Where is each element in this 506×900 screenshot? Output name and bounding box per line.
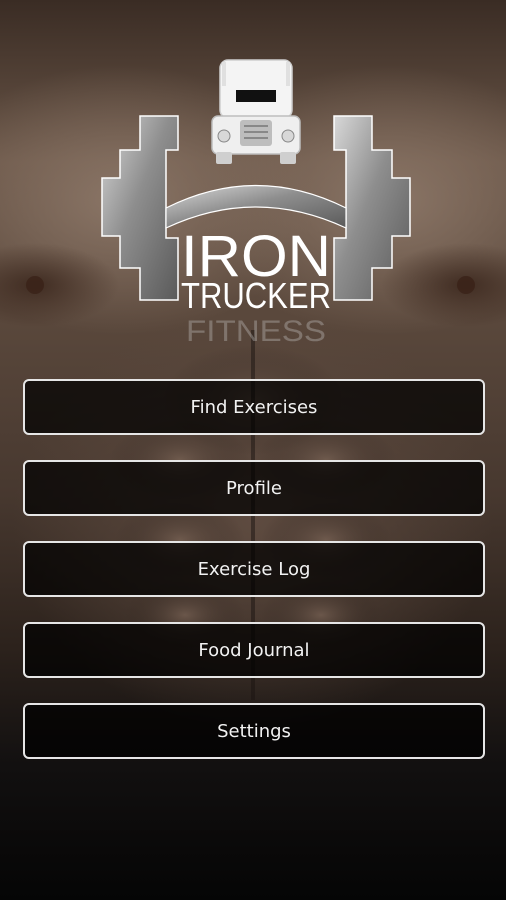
settings-label: Settings: [217, 720, 291, 742]
find-exercises-button[interactable]: Find Exercises: [23, 379, 485, 435]
logo-text-fitness: FITNESS: [186, 315, 326, 348]
iron-trucker-fitness-logo: IRON TRUCKER FITNESS: [101, 59, 411, 348]
food-journal-label: Food Journal: [198, 639, 310, 661]
food-journal-button[interactable]: Food Journal: [23, 622, 485, 678]
settings-button[interactable]: Settings: [23, 703, 485, 759]
exercise-log-label: Exercise Log: [197, 558, 311, 580]
profile-button[interactable]: Profile: [23, 460, 485, 516]
dumbbell-bar-icon: [165, 184, 347, 229]
logo-text-trucker: TRUCKER: [181, 275, 331, 316]
find-exercises-label: Find Exercises: [190, 396, 318, 418]
profile-label: Profile: [226, 477, 282, 499]
exercise-log-button[interactable]: Exercise Log: [23, 541, 485, 597]
truck-icon: [211, 59, 301, 164]
main-menu: Find Exercises Profile Exercise Log Food…: [23, 379, 485, 784]
app-screen: IRON TRUCKER FITNESS Find Exercises Prof…: [0, 0, 506, 900]
